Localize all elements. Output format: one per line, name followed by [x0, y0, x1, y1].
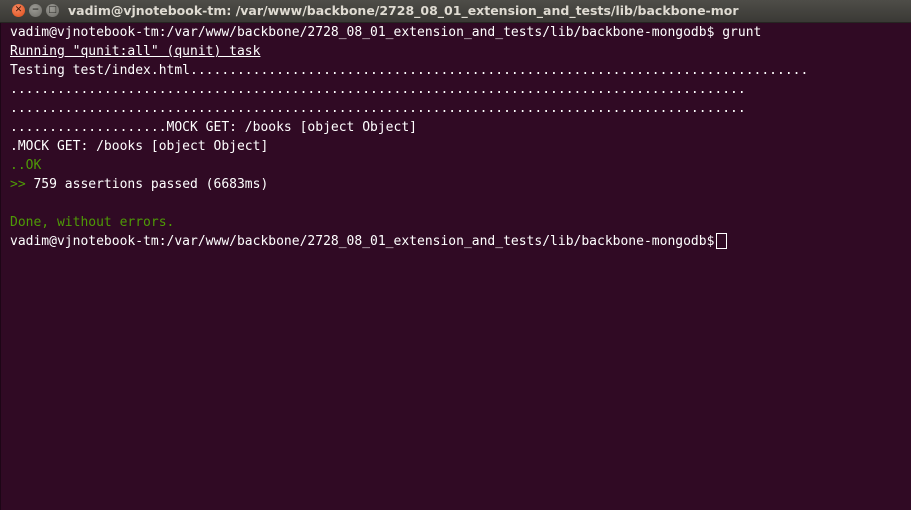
- terminal-line-command: vadim@vjnotebook-tm:/var/www/backbone/27…: [10, 23, 911, 42]
- window-title: vadim@vjnotebook-tm: /var/www/backbone/2…: [68, 3, 739, 18]
- terminal-output[interactable]: vadim@vjnotebook-tm:/var/www/backbone/27…: [0, 23, 911, 510]
- mock-get-line: ....................MOCK GET: /books [ob…: [10, 120, 417, 135]
- assertions-summary: 759 assertions passed (6683ms): [25, 177, 269, 192]
- progress-dots-line: ........................................…: [10, 101, 746, 116]
- task-header: Running "qunit:all" (qunit) task: [10, 44, 261, 59]
- command-text: grunt: [714, 25, 762, 40]
- mock-get-line: .MOCK GET: /books [object Object]: [10, 139, 269, 154]
- ok-dots: ..: [10, 158, 26, 173]
- title-bar[interactable]: ✕ − □ vadim@vjnotebook-tm: /var/www/back…: [0, 0, 911, 23]
- minimize-icon[interactable]: −: [29, 4, 42, 17]
- terminal-window: ✕ − □ vadim@vjnotebook-tm: /var/www/back…: [0, 0, 911, 510]
- ok-status: OK: [25, 158, 42, 173]
- assertions-line: >> 759 assertions passed (6683ms): [10, 175, 911, 194]
- shell-prompt: vadim@vjnotebook-tm:/var/www/backbone/27…: [10, 234, 715, 249]
- progress-dots-line: ........................................…: [10, 82, 746, 97]
- ok-line: ..OK: [10, 156, 911, 175]
- text-cursor[interactable]: [716, 233, 728, 249]
- testing-line: Testing test/index.html.................…: [10, 63, 809, 78]
- close-icon[interactable]: ✕: [12, 4, 25, 17]
- terminal-line-prompt: vadim@vjnotebook-tm:/var/www/backbone/27…: [10, 232, 911, 251]
- shell-prompt: vadim@vjnotebook-tm:/var/www/backbone/27…: [10, 25, 715, 40]
- maximize-icon[interactable]: □: [46, 4, 59, 17]
- done-message: Done, without errors.: [10, 215, 175, 230]
- arrow-marker: >>: [10, 177, 26, 192]
